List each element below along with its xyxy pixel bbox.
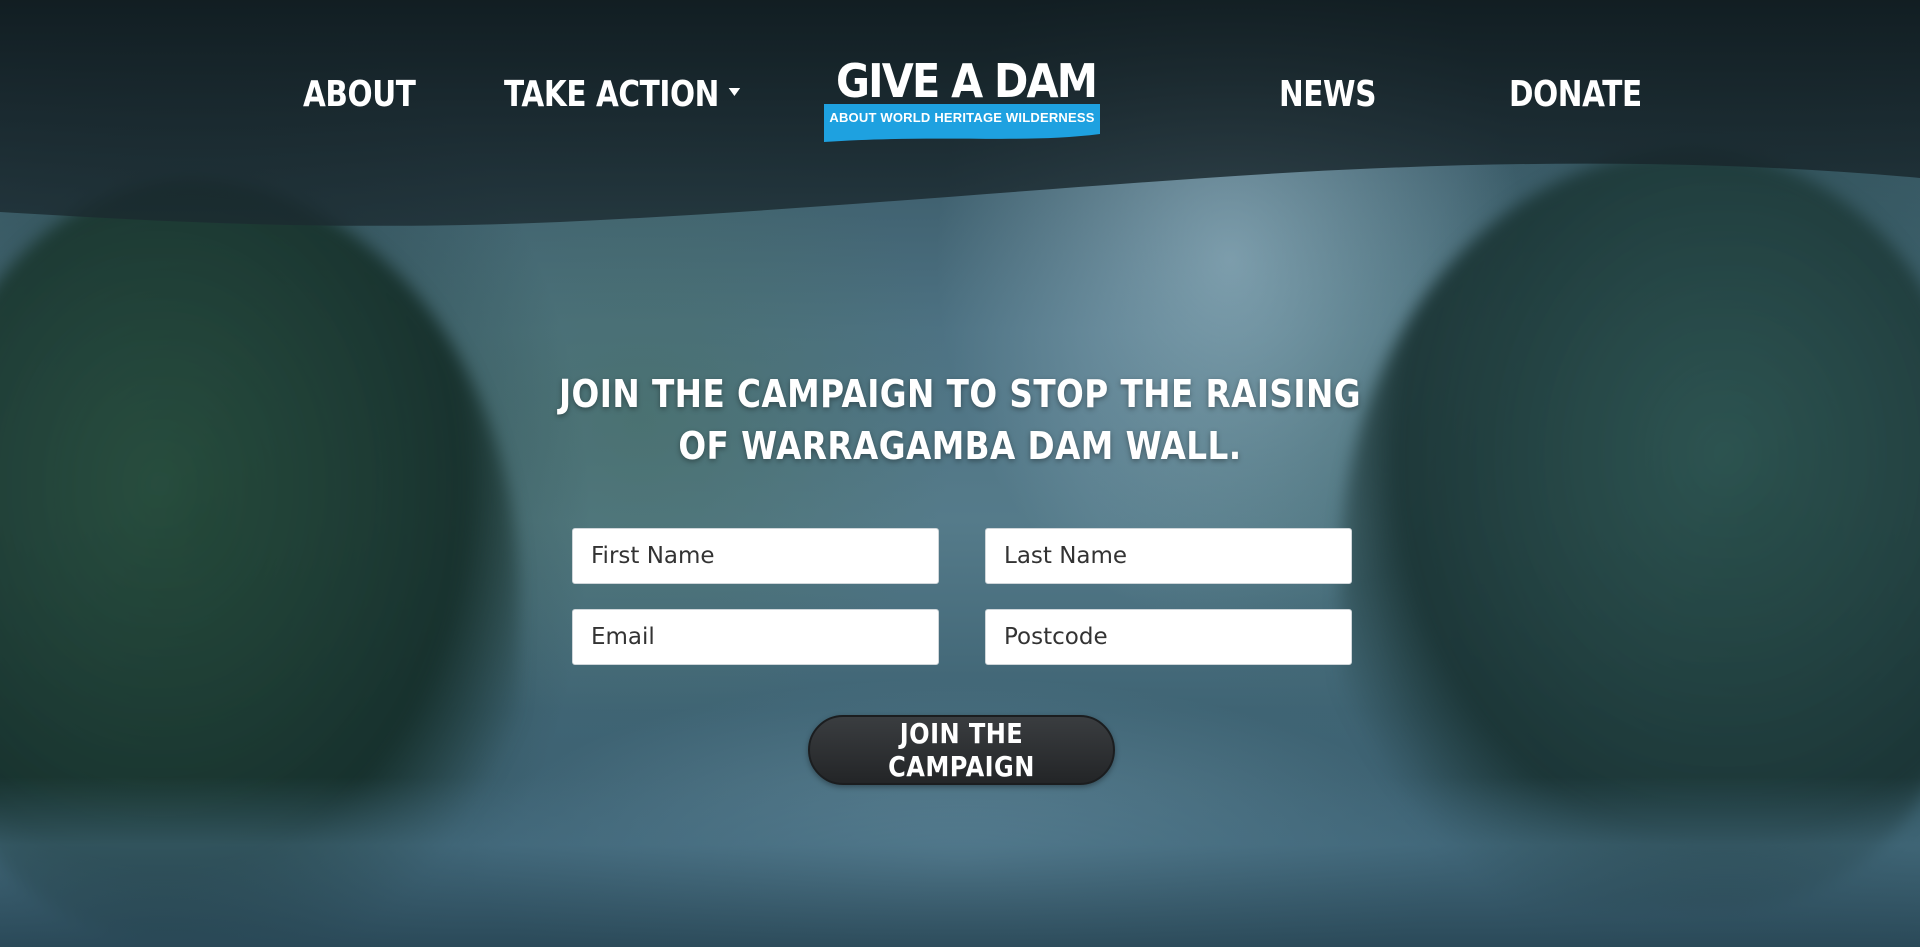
first-name-input[interactable] bbox=[572, 528, 939, 584]
nav-news[interactable]: NEWS bbox=[1279, 74, 1376, 115]
hero-title-line-2: OF WARRAGAMBA DAM WALL. bbox=[678, 424, 1242, 468]
hero-title: JOIN THE CAMPAIGN TO STOP THE RAISING OF… bbox=[460, 368, 1460, 472]
caret-down-icon bbox=[728, 88, 741, 96]
logo-title: GIVE A DAM bbox=[836, 54, 1098, 108]
email-input[interactable] bbox=[572, 609, 939, 665]
nav-take-action[interactable]: TAKE ACTION bbox=[504, 74, 741, 115]
postcode-input[interactable] bbox=[985, 609, 1352, 665]
hero-title-line-1: JOIN THE CAMPAIGN TO STOP THE RAISING bbox=[558, 372, 1362, 416]
nav-about[interactable]: ABOUT bbox=[303, 74, 416, 115]
nav-take-action-label: TAKE ACTION bbox=[504, 74, 719, 115]
give-a-dam-logo[interactable]: GIVE A DAM ABOUT WORLD HERITAGE WILDERNE… bbox=[822, 58, 1102, 142]
river bbox=[0, 777, 1920, 947]
join-campaign-button-label: JOIN THE CAMPAIGN bbox=[888, 717, 1035, 783]
page: ABOUT TAKE ACTION GIVE A DAM ABOUT WORLD… bbox=[0, 0, 1920, 947]
main-nav: ABOUT TAKE ACTION GIVE A DAM ABOUT WORLD… bbox=[0, 0, 1920, 200]
nav-donate[interactable]: DONATE bbox=[1509, 74, 1642, 115]
join-campaign-button[interactable]: JOIN THE CAMPAIGN bbox=[808, 715, 1115, 785]
last-name-input[interactable] bbox=[985, 528, 1352, 584]
logo-subtitle: ABOUT WORLD HERITAGE WILDERNESS bbox=[829, 110, 1095, 125]
